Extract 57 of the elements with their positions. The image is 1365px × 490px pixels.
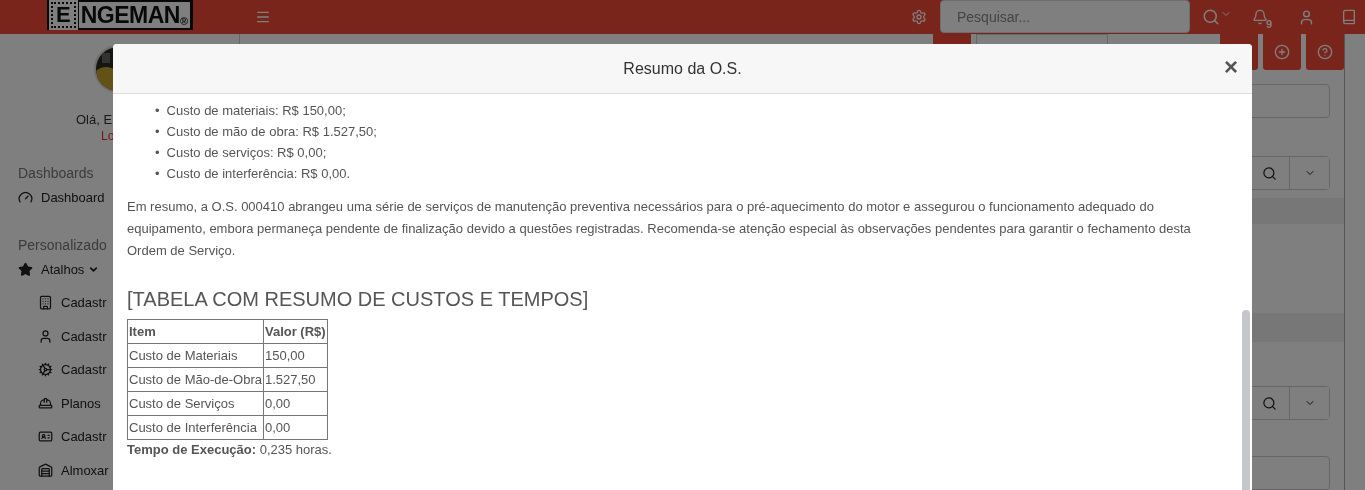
search-icon (1262, 165, 1277, 181)
help-button[interactable] (1306, 34, 1344, 70)
star-icon (18, 261, 33, 277)
sidebar-item[interactable]: Planos (38, 386, 101, 420)
column-header: Item (127, 319, 264, 344)
table-cell: 0,00 (263, 415, 328, 440)
item-icon (38, 429, 53, 445)
sidebar-item[interactable]: Cadastr (38, 286, 107, 320)
scrollbar-thumb[interactable] (1242, 310, 1250, 490)
sidebar-item[interactable]: Atalhos (18, 252, 100, 286)
close-button[interactable]: × (1224, 55, 1238, 79)
modal-title: Resumo da O.S. (623, 59, 742, 78)
bullet: • (155, 165, 160, 183)
search-field[interactable]: Pesquisar... (940, 0, 1190, 33)
sidebar-item[interactable]: Dashboard (18, 181, 105, 215)
table-cell: Custo de Interferência (127, 415, 264, 440)
help-icon (1317, 44, 1333, 60)
table-cell: 150,00 (263, 343, 328, 368)
cost-item: Custo de interferência: R$ 0,00. (166, 165, 351, 183)
cost-item: Custo de mão de obra: R$ 1.527,50; (166, 123, 377, 141)
table-cell: 1.527,50 (263, 367, 328, 392)
settings-icon[interactable] (911, 9, 927, 25)
section-title: Dashboards (18, 165, 94, 181)
plus-icon (1274, 44, 1290, 60)
execution-time: Tempo de Execução: 0,235 horas. (127, 442, 333, 457)
menu-icon[interactable] (255, 9, 271, 25)
logo-text: NGEMAN® (78, 2, 190, 28)
bell-icon[interactable] (1252, 9, 1268, 25)
sidebar-item[interactable]: Cadastr (38, 420, 107, 454)
table-cell: Custo de Serviços (127, 391, 264, 416)
item-icon (38, 462, 53, 478)
section-title: Personalizado (18, 236, 107, 253)
sidebar-item[interactable]: Cadastr (38, 319, 107, 353)
book-icon[interactable] (1341, 9, 1358, 25)
search-icon[interactable] (1202, 8, 1232, 26)
sidebar-item[interactable]: Cadastr (38, 353, 107, 387)
table-cell: 0,00 (263, 391, 328, 416)
bullet: • (155, 144, 160, 162)
cost-item: Custo de materiais: R$ 150,00; (166, 102, 346, 120)
table-cell: Custo de Mão-de-Obra (127, 367, 264, 392)
greeting: Olá, E (76, 112, 113, 127)
item-icon (38, 295, 53, 311)
bullet: • (155, 102, 160, 120)
add-button[interactable] (1263, 34, 1301, 70)
bullet: • (155, 123, 160, 141)
logo-letter: E (51, 2, 76, 28)
column-header: Valor (R$) (263, 319, 328, 344)
item-icon (38, 362, 53, 378)
item-icon (38, 328, 53, 344)
sidebar-item[interactable]: Almoxar (38, 453, 109, 487)
table-heading: [TABELA COM RESUMO DE CUSTOS E TEMPOS] (127, 288, 590, 311)
cost-item: Custo de serviços: R$ 0,00; (166, 144, 327, 162)
item-icon (38, 395, 53, 411)
notification-count: 9 (1266, 18, 1273, 30)
table-cell: Custo de Materiais (127, 343, 264, 368)
summary-text: Em resumo, a O.S. 000410 abrangeu uma série de serviços de manutenção preventiva necessários para o pré-aquecimento do motor e assegurou o funcionamento adequado do equipamento, embora permaneça pendente de finalização devido a questões registradas. Recomenda-se atenção especial às observações pendentes para garantir o fechamento desta Ordem de Serviço. (127, 198, 1192, 260)
search-icon (1262, 395, 1277, 411)
